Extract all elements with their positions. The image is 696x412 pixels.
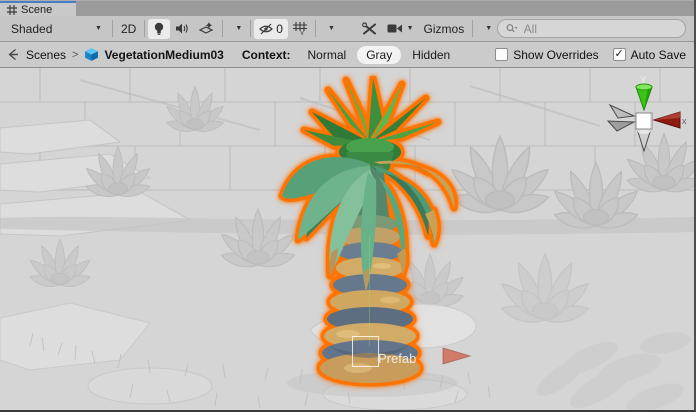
dropdown-caret-icon: ▼ [328,25,335,32]
shading-mode-dropdown[interactable]: Shaded ▼ [4,19,109,39]
dropdown-caret-icon: ▼ [485,25,492,32]
context-toggles: Show Overrides ✓ Auto Save [495,48,688,62]
prefab-selection-box[interactable] [352,336,379,367]
tools-icon [362,22,377,36]
context-mode-group: Context: Normal Gray Hidden [242,46,459,64]
breadcrumb-separator: > [72,49,78,61]
context-option-hidden[interactable]: Hidden [403,46,459,64]
grid-dropdown[interactable]: ▼ [319,19,340,39]
context-label: Context: [242,48,291,62]
grid-visibility-button[interactable]: y [288,19,312,39]
scene-visibility-button[interactable]: 0 [254,19,288,39]
grid-snap-icon: y [293,22,307,35]
tab-scene[interactable]: Scene [0,1,76,16]
tab-strip: Scene [0,0,694,16]
effects-button[interactable] [194,19,219,39]
gizmos-caret-button[interactable]: ▼ [476,19,497,39]
overlay-tools-button[interactable] [357,19,382,39]
light-bulb-icon [153,22,165,36]
camera-icon [387,23,403,34]
effects-icon [199,22,214,35]
search-icon [506,23,518,34]
prefab-cube-icon [84,47,99,62]
checkmark-icon: ✓ [615,49,624,60]
back-arrow-icon[interactable] [6,47,21,62]
show-overrides-label: Show Overrides [513,48,598,62]
auto-save-label: Auto Save [631,48,686,62]
auto-save-toggle[interactable]: ✓ Auto Save [613,48,686,62]
scene-search-field[interactable] [497,19,686,38]
show-overrides-checkbox[interactable] [495,48,508,61]
grid-tab-icon [7,5,17,15]
dropdown-caret-icon: ▼ [235,25,242,32]
move-gizmo-x-handle[interactable] [442,345,472,367]
breadcrumb: Scenes > VegetationMedium03 [6,47,224,62]
gizmo-cube[interactable] [636,113,652,129]
show-overrides-toggle[interactable]: Show Overrides [495,48,598,62]
dropdown-caret-icon: ▼ [95,25,102,32]
context-option-gray[interactable]: Gray [357,46,401,64]
context-option-normal[interactable]: Normal [299,46,356,64]
toolbar-separator [250,20,251,37]
camera-settings-button[interactable]: ▼ [382,19,419,39]
gizmo-y-axis-label: Y [640,75,647,86]
prefab-overlay-label: Prefab [378,351,416,366]
toolbar-separator [222,20,223,37]
toolbar-separator [144,20,145,37]
audio-button[interactable] [170,19,194,39]
toolbar-separator [315,20,316,37]
move-gizmo-y-line [369,236,370,346]
hidden-count: 0 [276,22,283,36]
gizmo-left-cone[interactable] [608,121,634,131]
shading-mode-label: Shaded [11,22,52,36]
toolbar-separator [472,20,473,37]
speaker-icon [175,22,189,35]
hidden-eye-icon [259,23,274,35]
gizmo-x-axis-label: x [682,116,687,126]
auto-save-checkbox[interactable]: ✓ [613,48,626,61]
gizmo-back-cone[interactable] [610,105,634,118]
scene-toolbar: Shaded ▼ 2D [0,16,694,42]
tab-label: Scene [21,4,52,16]
2d-mode-button[interactable]: 2D [116,19,141,39]
toolbar-separator [112,20,113,37]
effects-dropdown[interactable]: ▼ [226,19,247,39]
search-input[interactable] [522,21,677,37]
prefab-context-bar: Scenes > VegetationMedium03 Context: Nor… [0,42,694,68]
gizmos-label: Gizmos [424,22,465,36]
scene-lighting-button[interactable] [148,19,170,39]
orientation-gizmo[interactable]: Y x [604,74,688,154]
dropdown-caret-icon: ▼ [407,25,414,32]
gizmos-dropdown[interactable]: Gizmos [419,19,470,39]
breadcrumb-prefab-name[interactable]: VegetationMedium03 [104,48,223,62]
scene-viewport[interactable]: Prefab Y x [0,68,694,410]
breadcrumb-scenes[interactable]: Scenes [26,48,66,62]
gizmo-down-cone[interactable] [638,132,650,151]
2d-mode-label: 2D [121,22,136,36]
scene-view-window: Scene Shaded ▼ 2D [0,0,696,412]
